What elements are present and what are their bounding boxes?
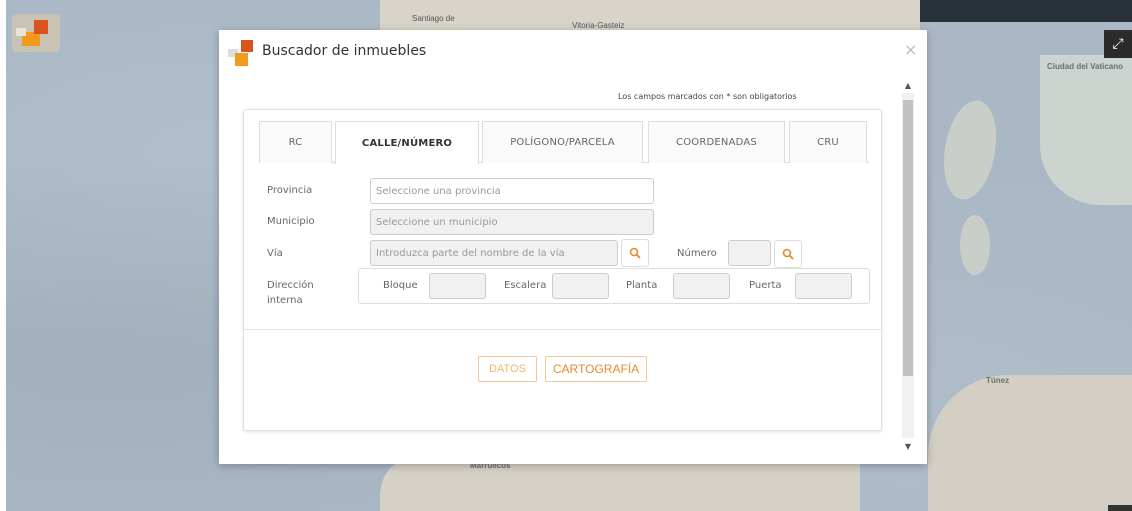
modal-scroll-area[interactable]: Los campos marcados con * son obligatori… — [219, 78, 927, 464]
bottom-right-corner — [1108, 505, 1132, 511]
search-card: RC CALLE/NÚMERO POLÍGONO/PARCELA COORDEN… — [243, 109, 882, 431]
provincia-label: Provincia — [267, 185, 313, 196]
search-icon — [782, 248, 794, 260]
required-fields-note: Los campos marcados con * son obligatori… — [618, 92, 797, 101]
tab-poligono-parcela[interactable]: POLÍGONO/PARCELA — [482, 121, 643, 163]
map-label-santiago: Santiago de — [412, 14, 455, 23]
tab-calle-numero[interactable]: CALLE/NÚMERO — [335, 121, 479, 164]
card-divider — [244, 329, 881, 330]
bloque-label: Bloque — [383, 280, 418, 291]
puerta-input[interactable] — [795, 273, 852, 299]
via-search-button[interactable] — [621, 239, 649, 267]
app-logo-icon[interactable] — [12, 14, 60, 52]
numero-label: Número — [677, 248, 717, 259]
tab-coordenadas[interactable]: COORDENADAS — [648, 121, 785, 163]
top-right-dark-bar — [920, 0, 1132, 22]
scrollbar-thumb[interactable] — [903, 100, 913, 376]
search-modal: Buscador de inmuebles × Los campos marca… — [219, 30, 927, 464]
land-tunisia — [928, 375, 1132, 511]
planta-label: Planta — [626, 280, 658, 291]
numero-input[interactable] — [728, 240, 771, 266]
via-label: Vía — [267, 248, 283, 259]
puerta-label: Puerta — [749, 280, 782, 291]
direccion-label-line2: interna — [267, 295, 303, 306]
cartografia-button[interactable]: CARTOGRAFÍA — [545, 356, 647, 382]
escalera-label: Escalera — [504, 280, 547, 291]
modal-scrollbar[interactable]: ▲ ▼ — [902, 78, 914, 454]
close-icon[interactable]: × — [904, 40, 917, 59]
direccion-interna-box: Bloque Escalera Planta Puerta — [358, 268, 870, 304]
scroll-down-icon[interactable]: ▼ — [902, 439, 914, 454]
map-left-edge — [0, 0, 6, 511]
direccion-label-line1: Dirección — [267, 280, 314, 291]
tab-rc[interactable]: RC — [259, 121, 332, 163]
modal-logo-icon — [228, 39, 256, 67]
via-input[interactable]: Introduzca parte del nombre de la vía — [370, 240, 618, 266]
municipio-select[interactable]: Seleccione un municipio — [370, 209, 654, 235]
island-sardinia — [960, 215, 990, 275]
map-label-tunez: Túnez — [986, 376, 1010, 385]
planta-input[interactable] — [673, 273, 730, 299]
search-tabs: RC CALLE/NÚMERO POLÍGONO/PARCELA COORDEN… — [259, 121, 869, 164]
modal-title: Buscador de inmuebles — [262, 43, 427, 59]
map-label-vitoria: Vitoria-Gasteiz — [572, 21, 625, 30]
land-italy — [1040, 55, 1132, 205]
bloque-input[interactable] — [429, 273, 486, 299]
direccion-interna-label: Dirección interna — [267, 278, 314, 308]
provincia-select[interactable]: Seleccione una provincia — [370, 178, 654, 204]
numero-search-button[interactable] — [774, 240, 802, 268]
search-icon — [629, 247, 641, 259]
modal-header: Buscador de inmuebles × — [219, 30, 927, 78]
escalera-input[interactable] — [552, 273, 609, 299]
land-iberia-north — [380, 0, 920, 32]
map-label-vaticano: Ciudad del Vaticano — [1047, 62, 1124, 71]
municipio-label: Municipio — [267, 216, 315, 227]
tab-cru[interactable]: CRU — [789, 121, 867, 163]
scroll-up-icon[interactable]: ▲ — [902, 78, 914, 93]
datos-button[interactable]: DATOS — [478, 356, 537, 382]
fullscreen-icon[interactable]: ⤢ — [1104, 30, 1132, 58]
